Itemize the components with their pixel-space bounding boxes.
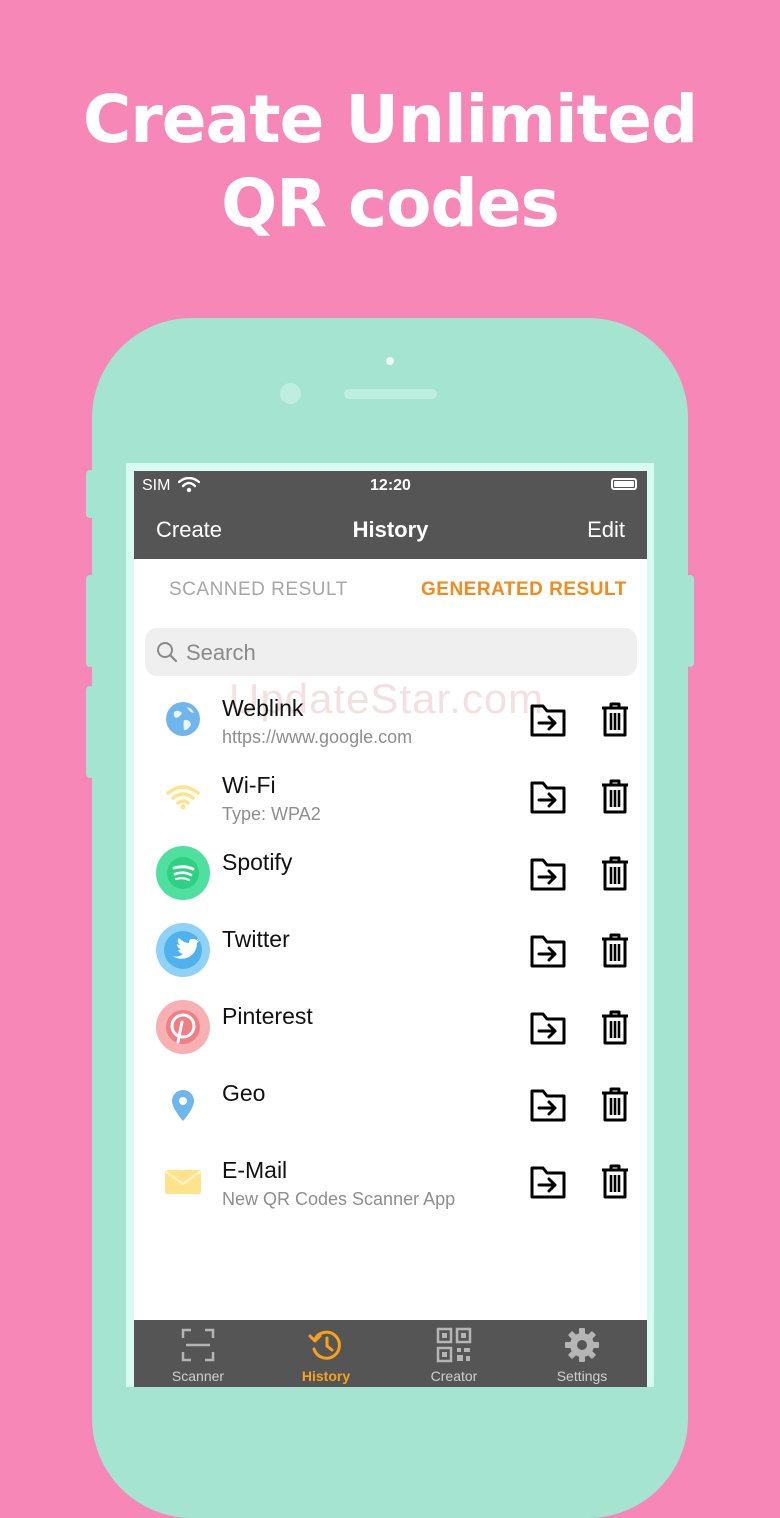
trash-icon[interactable] [599,1010,631,1051]
battery-icon [611,478,637,490]
location-pin-icon [156,1077,210,1131]
trash-icon[interactable] [599,1087,631,1128]
item-title: Wi-Fi [222,772,276,798]
headline: Create Unlimited QR codes [0,78,780,246]
item-subtitle: https://www.google.com [222,727,413,747]
status-time: 12:20 [370,477,411,494]
tab-bar: Scanner History Creator Settings [134,1320,647,1387]
edit-button[interactable]: Edit [587,517,625,543]
trash-icon[interactable] [599,856,631,897]
phone-side-button-right [686,575,694,667]
tab-scanner[interactable]: Scanner [134,1320,262,1387]
pinterest-icon [156,1000,210,1054]
wifi-icon [156,769,210,823]
list-item[interactable]: Pinterest [134,994,647,1071]
phone-sensor [386,357,394,365]
list-item[interactable]: Geo [134,1071,647,1148]
item-subtitle: New QR Codes Scanner App [222,1189,456,1209]
status-bar: SIM 12:20 [134,471,647,501]
tab-label: Scanner [171,1368,225,1384]
list-item[interactable]: Twitter [134,917,647,994]
trash-icon[interactable] [599,702,631,743]
search-input[interactable]: Search [186,640,256,666]
export-icon[interactable] [529,1087,567,1128]
headline-line-1: Create Unlimited [82,81,698,158]
export-icon[interactable] [529,702,567,743]
item-title: Twitter [222,926,290,952]
envelope-icon [156,1154,210,1208]
page-title: History [352,517,429,542]
tab-settings[interactable]: Settings [518,1320,646,1387]
headline-line-2: QR codes [221,165,560,242]
history-icon [308,1327,344,1368]
export-icon[interactable] [529,1164,567,1205]
item-title: Weblink [222,695,304,721]
tab-label: History [301,1368,351,1384]
spotify-icon [156,846,210,900]
tab-generated-result[interactable]: GENERATED RESULT [421,579,627,601]
twitter-icon [156,923,210,977]
tab-history[interactable]: History [262,1320,390,1387]
list-item[interactable]: Weblink https://www.google.com [134,686,647,763]
search-field[interactable]: Search [145,628,637,676]
item-title: Spotify [222,849,293,875]
tab-scanned-result[interactable]: SCANNED RESULT [169,579,348,601]
trash-icon[interactable] [599,779,631,820]
item-title: Geo [222,1080,266,1106]
item-subtitle: Type: WPA2 [222,804,321,824]
globe-icon [156,692,210,746]
tab-label: Creator [430,1368,478,1384]
trash-icon[interactable] [599,933,631,974]
export-icon[interactable] [529,779,567,820]
search-icon [155,640,179,669]
qr-code-icon [436,1327,472,1368]
export-icon[interactable] [529,933,567,974]
trash-icon[interactable] [599,1164,631,1205]
phone-camera [280,383,301,404]
list-item[interactable]: Wi-Fi Type: WPA2 [134,763,647,840]
app-screen: SIM 12:20 Create History Edit SCANNED RE… [134,471,647,1387]
scanner-icon [180,1327,216,1368]
tab-creator[interactable]: Creator [390,1320,518,1387]
export-icon[interactable] [529,856,567,897]
gear-icon [564,1327,600,1368]
export-icon[interactable] [529,1010,567,1051]
nav-bar: Create History Edit [134,501,647,559]
tab-label: Settings [556,1368,608,1384]
phone-side-button-left-3 [86,686,94,778]
phone-side-button-left-1 [86,470,94,518]
list-item[interactable]: Spotify [134,840,647,917]
phone-speaker [344,389,437,399]
phone-side-button-left-2 [86,575,94,667]
list-item[interactable]: E-Mail New QR Codes Scanner App [134,1148,647,1225]
item-title: Pinterest [222,1003,313,1029]
item-title: E-Mail [222,1157,288,1183]
